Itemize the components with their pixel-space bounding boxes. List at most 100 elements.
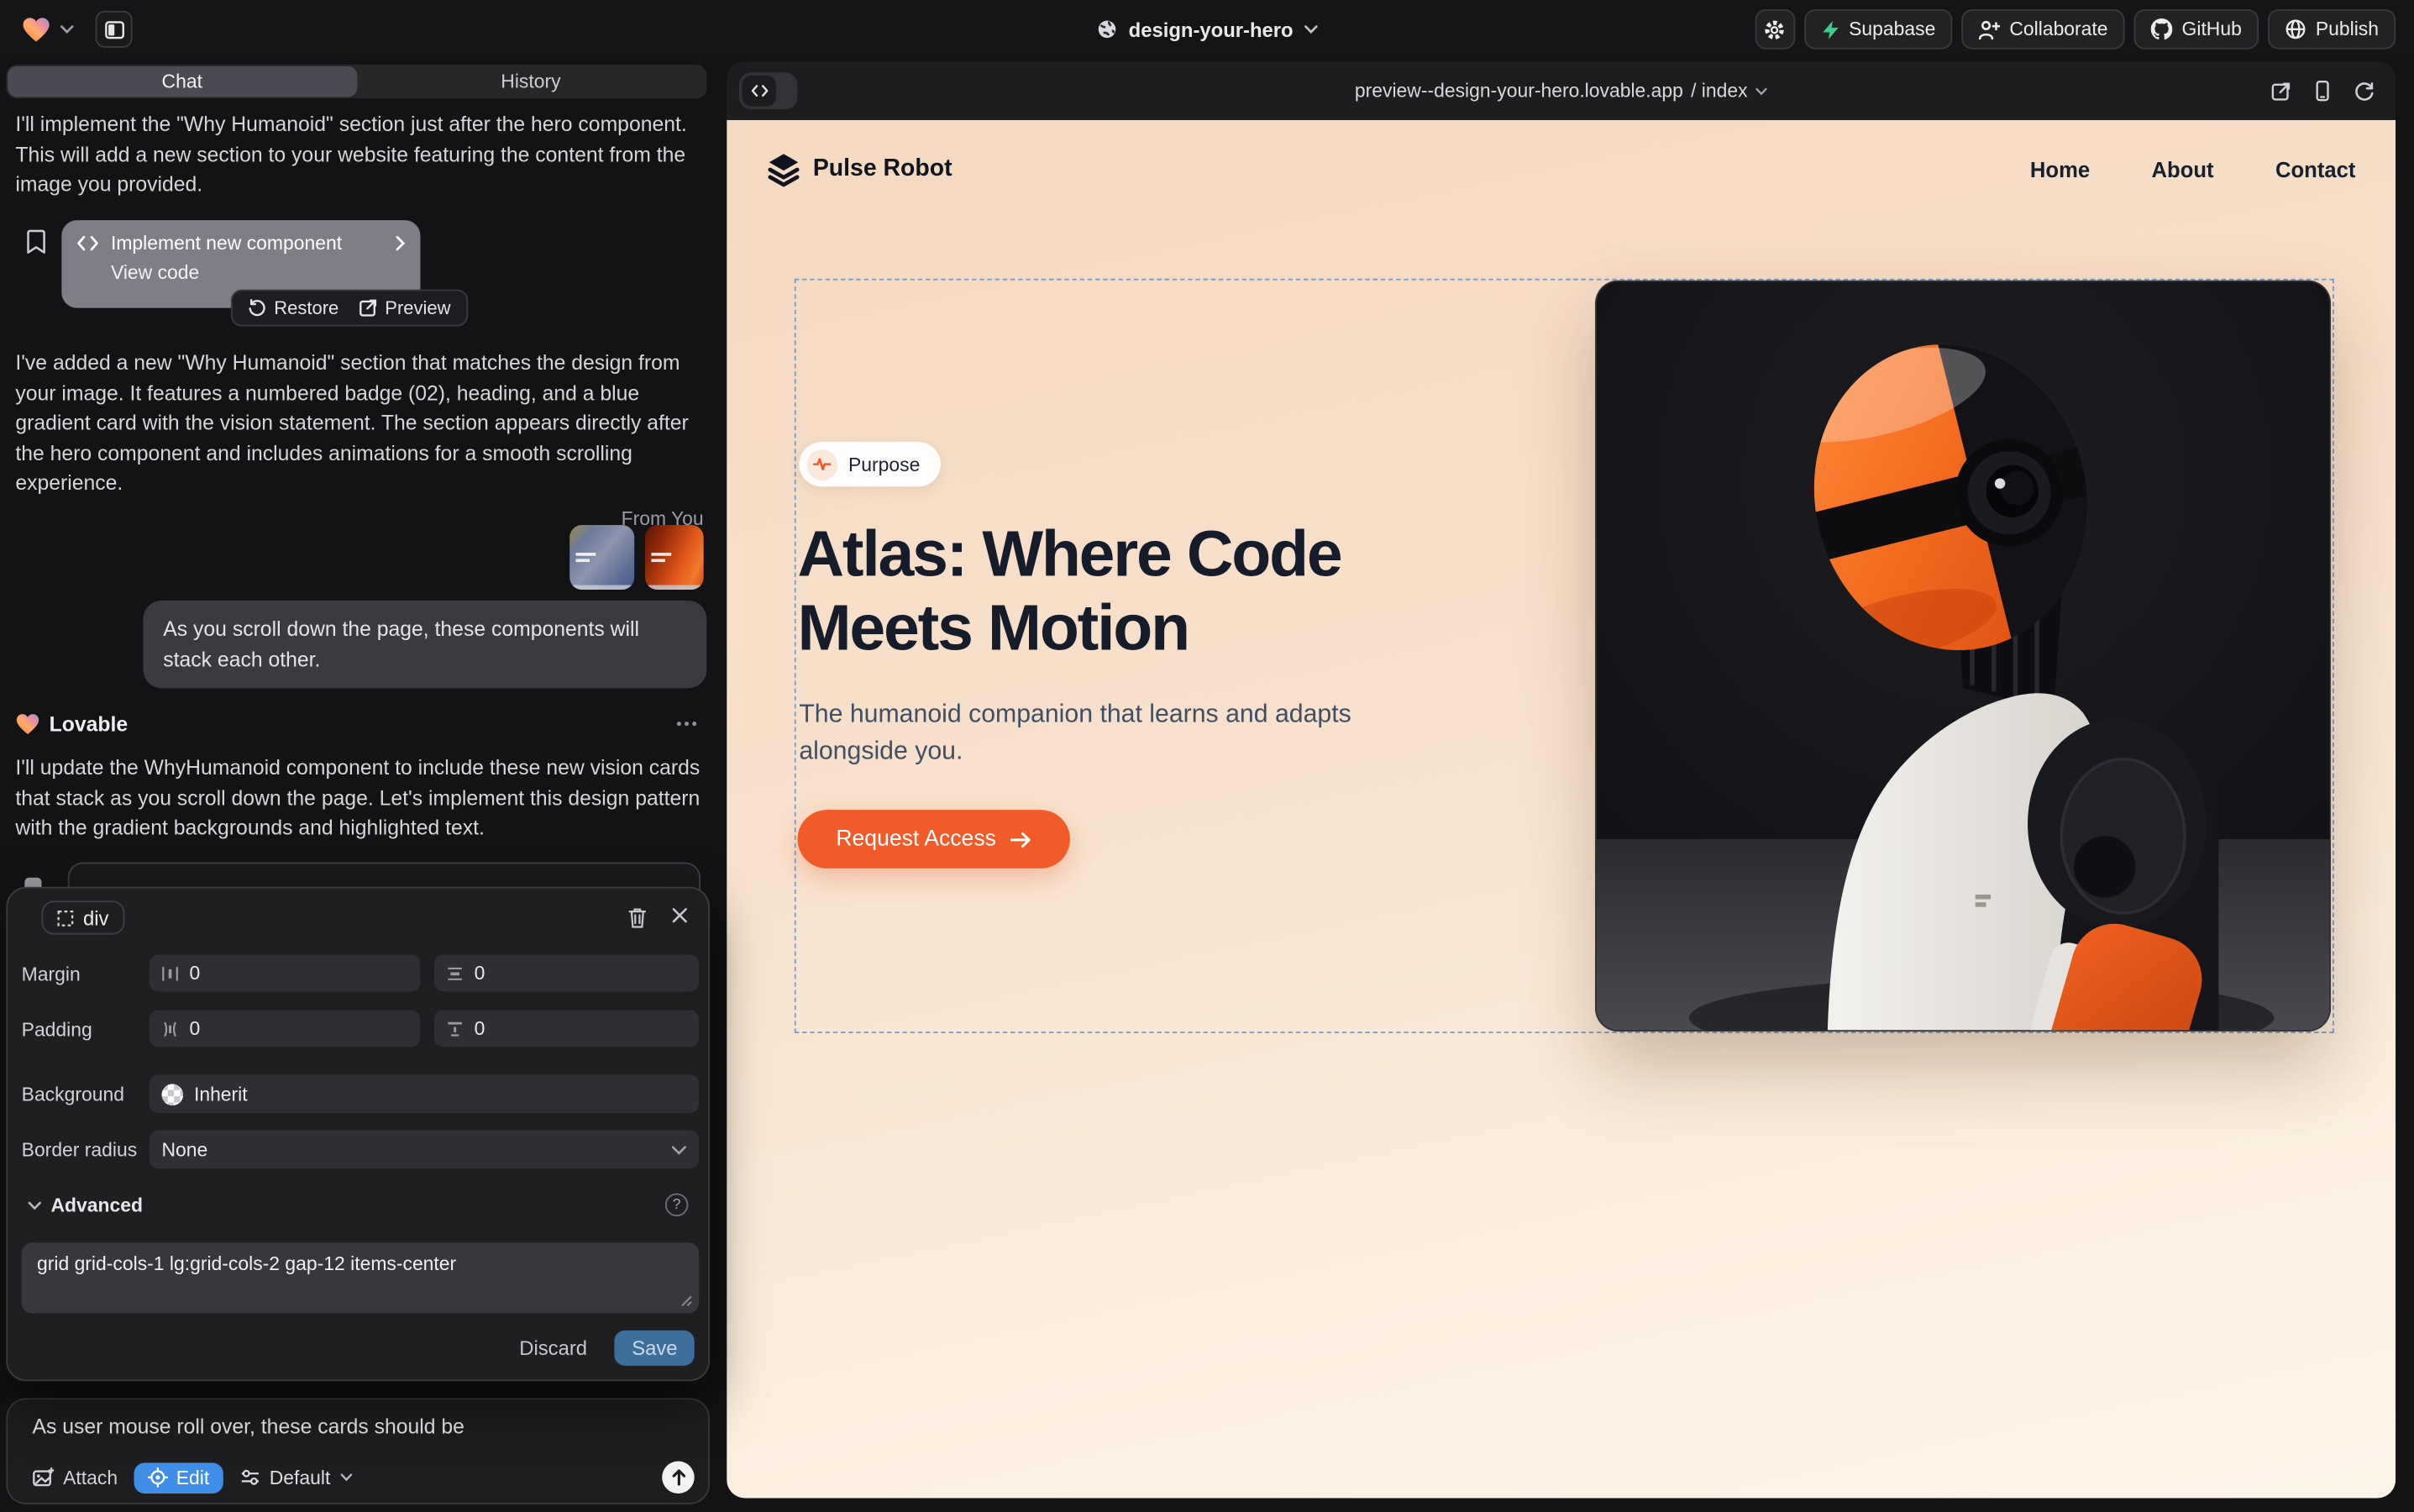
view-code-link[interactable]: View code [111,262,405,284]
selected-element-chip[interactable]: div [41,900,123,934]
background-input[interactable]: Inherit [150,1074,699,1113]
chat-panel: Chat History I'll implement the "Why Hum… [0,59,713,1512]
attach-button[interactable]: Attach [32,1467,118,1488]
project-switcher[interactable]: design-your-hero [1096,0,1318,59]
border-radius-label: Border radius [22,1139,138,1161]
padding-label: Padding [22,1019,92,1041]
site-nav: Home About Contact [2030,157,2356,181]
nav-about[interactable]: About [2152,157,2214,181]
model-mode-selector[interactable]: Default [240,1467,352,1488]
help-icon[interactable]: ? [665,1194,688,1216]
site-brand[interactable]: Pulse Robot [767,152,952,187]
lovable-heart-icon [15,712,39,735]
component-card-title: Implement new component [111,233,342,255]
mode-chevron-icon [339,1473,352,1481]
restore-button[interactable]: Restore [248,297,338,319]
url-chevron-icon [1755,87,1768,95]
close-inspector-icon[interactable] [671,907,688,924]
preview-url: preview--design-your-hero.lovable.app [1355,80,1683,102]
margin-vertical-icon [447,964,464,981]
code-icon [77,235,99,250]
message-menu-icon[interactable] [676,721,698,727]
background-label: Background [22,1084,124,1105]
github-icon [2151,18,2173,40]
site-header: Pulse Robot Home About Contact [727,120,2396,218]
open-in-new-tab-icon[interactable] [2271,81,2291,101]
chat-history-tabs: Chat History [6,65,706,98]
border-radius-select[interactable]: None [150,1130,699,1168]
padding-vertical-icon [447,1020,464,1037]
workspace-chevron-down-icon[interactable] [60,24,73,34]
github-button[interactable]: GitHub [2134,9,2259,50]
preview-path: / index [1691,80,1748,102]
preview-button[interactable]: Preview [359,297,450,319]
margin-y-value: 0 [475,963,485,984]
save-button[interactable]: Save [615,1331,695,1366]
padding-x-input[interactable]: 0 [150,1010,421,1047]
refresh-icon[interactable] [2354,81,2375,101]
assistant-name: Lovable [50,712,129,735]
padding-y-input[interactable]: 0 [434,1010,699,1047]
robot-illustration [1597,281,2331,1032]
dashed-box-icon [57,909,74,926]
nav-contact[interactable]: Contact [2275,157,2356,181]
mobile-view-icon[interactable] [2316,80,2329,102]
classes-textarea[interactable]: grid grid-cols-1 lg:grid-cols-2 gap-12 i… [22,1242,700,1313]
element-inspector-panel: div Margin 0 0 Padding 0 [6,887,710,1381]
send-button[interactable] [662,1462,694,1494]
margin-y-input[interactable]: 0 [434,954,699,991]
tab-history[interactable]: History [356,66,705,97]
attach-label: Attach [63,1467,118,1488]
collaborate-label: Collaborate [2009,18,2107,40]
margin-x-input[interactable]: 0 [150,954,421,991]
request-access-button[interactable]: Request Access [797,810,1069,869]
pulse-wave-icon [813,457,832,470]
external-link-icon [359,299,377,318]
padding-x-value: 0 [189,1018,200,1040]
element-tag: div [83,906,108,929]
supabase-button[interactable]: Supabase [1804,9,1953,50]
preview-url-breadcrumb[interactable]: preview--design-your-hero.lovable.app / … [727,61,2396,120]
assistant-message-2: I've added a new "Why Humanoid" section … [15,348,702,498]
advanced-toggle[interactable]: Advanced [28,1194,143,1216]
collaborate-button[interactable]: Collaborate [1962,9,2125,50]
bookmark-icon[interactable] [26,229,46,254]
assistant-header: Lovable [15,710,697,738]
lovable-logo-heart-icon[interactable] [22,16,51,42]
background-value: Inherit [194,1084,248,1105]
arrow-right-icon [1010,831,1031,848]
advanced-label: Advanced [50,1194,143,1216]
project-name: design-your-hero [1129,18,1294,40]
publish-button[interactable]: Publish [2268,9,2396,50]
user-message-bubble: As you scroll down the page, these compo… [143,601,706,688]
edit-mode-button[interactable]: Edit [134,1462,223,1493]
attachment-thumbnail-1[interactable] [569,525,634,590]
project-globe-icon [1096,18,1118,40]
margin-label: Margin [22,963,81,985]
chat-composer[interactable]: As user mouse roll over, these cards sho… [6,1398,710,1504]
hero-heading-line-2: Meets Motion [797,591,1341,665]
nav-home[interactable]: Home [2030,157,2090,181]
edit-label: Edit [176,1467,209,1488]
settings-button[interactable] [1755,9,1795,50]
site-canvas: Pulse Robot Home About Contact Purpose A… [727,120,2396,1499]
padding-horizontal-icon [161,1020,178,1037]
assistant-message-3: I'll update the WhyHumanoid component to… [15,753,702,843]
tab-chat[interactable]: Chat [8,66,356,97]
topbar: design-your-hero Supabase Colla [0,0,2414,59]
margin-horizontal-icon [161,964,178,981]
border-radius-value: None [161,1139,207,1161]
preview-toolbar: preview--design-your-hero.lovable.app / … [727,61,2396,120]
cta-label: Request Access [836,827,996,851]
transparency-swatch-icon [161,1084,183,1105]
attachment-thumbnail-2[interactable] [645,525,704,590]
select-chevron-icon [671,1145,686,1154]
sidebar-toggle-button[interactable] [96,11,133,48]
arrow-up-icon [670,1469,685,1486]
publish-label: Publish [2316,18,2379,40]
delete-element-icon[interactable] [628,907,647,929]
restore-icon [248,299,266,318]
discard-button[interactable]: Discard [510,1332,596,1364]
edit-target-icon [149,1467,169,1488]
chat-input[interactable]: As user mouse roll over, these cards sho… [32,1415,683,1438]
